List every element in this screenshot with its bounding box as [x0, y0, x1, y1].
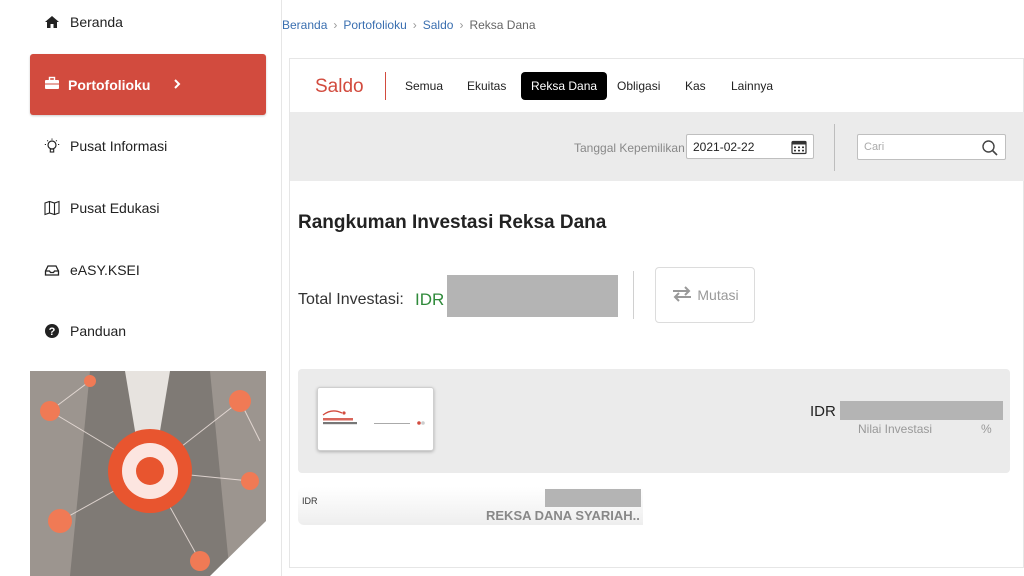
breadcrumb-item-saldo[interactable]: Saldo — [423, 18, 454, 32]
fund-name: REKSA DANA SYARIAH.. — [486, 508, 640, 523]
tab-bar: Saldo Semua Ekuitas Reksa Dana Obligasi … — [290, 59, 1024, 112]
svg-text:?: ? — [49, 326, 56, 338]
search-placeholder: Cari — [864, 141, 885, 153]
sidebar-item-pusat-informasi[interactable]: Pusat Informasi — [44, 138, 167, 154]
map-icon — [44, 200, 60, 216]
fund-manager-logo — [317, 387, 434, 451]
tab-obligasi[interactable]: Obligasi — [607, 72, 670, 100]
calendar-icon[interactable] — [791, 139, 807, 158]
chevron-right-icon: › — [333, 18, 338, 32]
filter-bar: Tanggal Kepemilikan 2021-02-22 Cari — [290, 112, 1024, 181]
briefcase-icon — [44, 75, 60, 94]
section-title-saldo: Saldo — [315, 76, 364, 97]
sidebar-item-easy-ksei[interactable]: eASY.KSEI — [44, 262, 140, 278]
row-currency: IDR — [302, 496, 318, 506]
sidebar-item-label: Portofolioku — [68, 76, 151, 93]
date-value: 2021-02-22 — [693, 139, 755, 154]
breadcrumb-item-reksa-dana: Reksa Dana — [469, 18, 536, 32]
question-icon: ? — [44, 323, 60, 339]
mutasi-button[interactable]: Mutasi — [655, 267, 755, 323]
sidebar-item-label: Pusat Edukasi — [70, 200, 160, 216]
date-field[interactable]: 2021-02-22 — [686, 134, 814, 159]
tab-lainnya[interactable]: Lainnya — [721, 72, 783, 100]
redacted-row-value — [545, 489, 641, 507]
sidebar-item-label: eASY.KSEI — [70, 262, 140, 278]
tab-reksa-dana[interactable]: Reksa Dana — [521, 72, 608, 100]
chevron-right-icon — [172, 77, 182, 93]
app-root: Beranda Portofolioku Pusat Informasi Pus… — [0, 0, 1024, 576]
tab-ekuitas[interactable]: Ekuitas — [457, 72, 516, 100]
sidebar-item-label: Beranda — [70, 14, 123, 30]
redacted-total-value — [447, 275, 618, 317]
sidebar-item-label: Pusat Informasi — [70, 138, 168, 154]
tab-semua[interactable]: Semua — [395, 72, 453, 100]
main-panel: Saldo Semua Ekuitas Reksa Dana Obligasi … — [289, 58, 1024, 568]
breadcrumb-item-beranda[interactable]: Beranda — [282, 18, 327, 32]
promo-image — [30, 371, 266, 576]
percent-label: % — [981, 422, 992, 436]
nilai-investasi-label: Nilai Investasi — [858, 422, 933, 436]
lightbulb-icon — [44, 138, 60, 154]
sidebar-item-portofolioku[interactable]: Portofolioku — [30, 54, 266, 115]
sidebar-item-pusat-edukasi[interactable]: Pusat Edukasi — [44, 200, 160, 216]
eastspring-logo — [322, 410, 425, 425]
inbox-icon — [44, 262, 60, 278]
divider — [633, 271, 634, 319]
sidebar-item-panduan[interactable]: ? Panduan — [44, 323, 126, 339]
mutasi-label: Mutasi — [697, 287, 739, 303]
total-investment-label: Total Investasi: — [298, 291, 404, 308]
sidebar-item-label: Panduan — [70, 323, 127, 339]
swap-arrows-icon — [671, 285, 693, 306]
search-input[interactable]: Cari — [857, 134, 1006, 160]
card-currency: IDR — [810, 403, 836, 420]
fund-card[interactable]: IDR Nilai Investasi % — [298, 369, 1010, 473]
tab-kas[interactable]: Kas — [675, 72, 716, 100]
sidebar-item-beranda[interactable]: Beranda — [44, 14, 123, 30]
search-icon[interactable] — [981, 139, 999, 160]
divider — [834, 124, 835, 171]
list-item[interactable]: IDR REKSA DANA SYARIAH.. — [298, 487, 643, 525]
summary-title: Rangkuman Investasi Reksa Dana — [298, 212, 607, 233]
redacted-card-value — [840, 401, 1003, 420]
chevron-right-icon: › — [459, 18, 464, 32]
sidebar: Beranda Portofolioku Pusat Informasi Pus… — [0, 0, 282, 576]
divider — [385, 72, 386, 100]
date-label: Tanggal Kepemilikan — [574, 141, 685, 155]
breadcrumb-item-portofolioku[interactable]: Portofolioku — [343, 18, 406, 32]
breadcrumb: Beranda › Portofolioku › Saldo › Reksa D… — [282, 18, 536, 32]
home-icon — [44, 14, 60, 30]
chevron-right-icon: › — [412, 18, 417, 32]
total-currency: IDR — [415, 290, 445, 309]
